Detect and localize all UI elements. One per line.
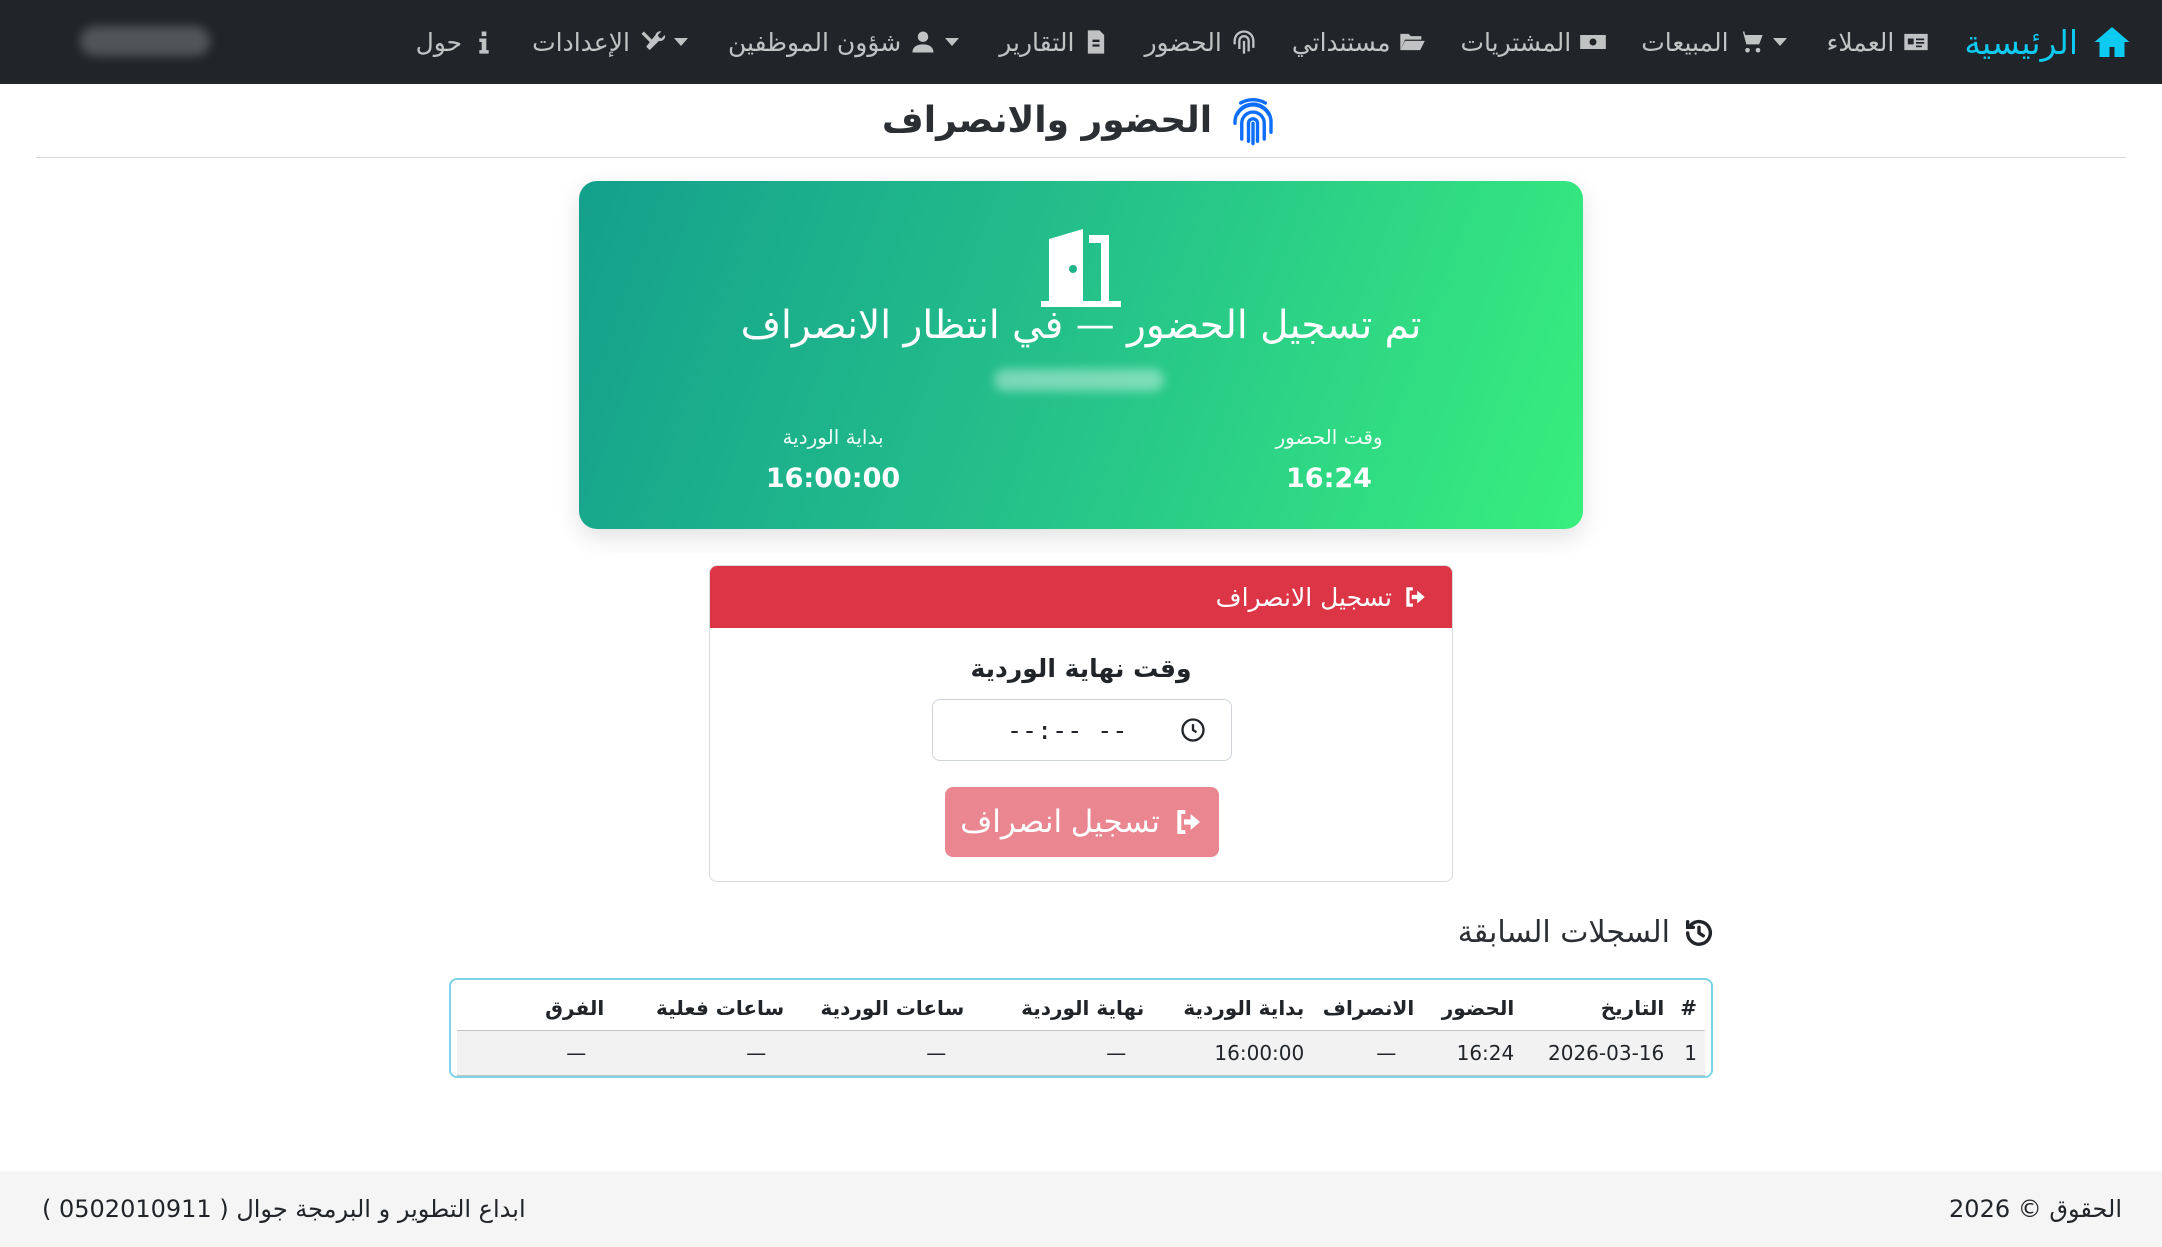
column-header-shift-start: بداية الوردية — [1152, 986, 1313, 1031]
home-link[interactable]: الرئيسية — [1964, 22, 2132, 62]
shift-start-label: بداية الوردية — [782, 425, 884, 449]
shift-end-label: وقت نهاية الوردية — [970, 654, 1192, 683]
cell-checkout: — — [1312, 1030, 1423, 1076]
folder-icon — [1400, 33, 1426, 51]
checkin-label: وقت الحضور — [1275, 425, 1383, 449]
nav-item-label: المشتريات — [1460, 27, 1572, 57]
column-header-date: التاريخ — [1522, 986, 1673, 1031]
shift-start-value: 16:00:00 — [765, 463, 901, 494]
cell-difference: — — [457, 1030, 613, 1076]
history-title-label: السجلات السابقة — [1457, 915, 1670, 950]
history-table-container: # التاريخ الحضور الانصراف بداية الوردية … — [449, 978, 1713, 1078]
checkout-card-title: تسجيل الانصراف — [1215, 582, 1392, 612]
table-row: 1 2026-03-16 16:24 — 16:00:00 — — — — — [457, 1030, 1705, 1076]
nav-item-settings[interactable]: الإعدادات — [518, 18, 708, 67]
chevron-down-icon — [1772, 38, 1787, 46]
money-icon — [1580, 35, 1607, 49]
info-icon — [479, 31, 489, 54]
nav-item-customers[interactable]: العملاء — [1813, 18, 1945, 67]
home-label: الرئيسية — [1964, 22, 2078, 62]
cart-icon — [1738, 31, 1763, 53]
fingerprint-icon — [1233, 30, 1255, 54]
page-title: الحضور والانصراف — [881, 100, 1213, 141]
shift-start-stat: بداية الوردية 16:00:00 — [733, 425, 933, 494]
checkout-card-header: تسجيل الانصراف — [710, 566, 1452, 628]
history-title: السجلات السابقة — [1458, 915, 1716, 950]
fingerprint-icon — [1233, 97, 1273, 145]
nav-item-label: مستنداتي — [1291, 27, 1391, 57]
clock-icon[interactable] — [1179, 716, 1207, 744]
nav-item-label: العملاء — [1826, 27, 1895, 57]
home-icon — [2094, 27, 2130, 57]
cell-shift-hours: — — [792, 1030, 973, 1076]
nav-item-label: المبيعات — [1641, 27, 1729, 57]
employee-name — [994, 369, 1164, 391]
chevron-down-icon — [673, 38, 688, 46]
cell-checkin: 16:24 — [1422, 1030, 1523, 1076]
cell-actual-hours: — — [612, 1030, 793, 1076]
history-icon — [1685, 919, 1713, 946]
checkout-card: تسجيل الانصراف وقت نهاية الوردية --:-- -… — [709, 565, 1453, 882]
sign-out-icon — [1177, 810, 1200, 834]
footer-credit: ابداع التطوير و البرمجة جوال ( 050201091… — [42, 1195, 526, 1223]
sign-out-icon — [1406, 587, 1425, 607]
user-icon — [912, 31, 934, 53]
nav-item-documents[interactable]: مستنداتي — [1278, 18, 1441, 67]
top-navbar: الرئيسية العملاء المبيعات المشتريات مستن… — [0, 0, 2162, 84]
column-header-index: # — [1672, 986, 1705, 1031]
nav-item-label: شؤون الموظفين — [727, 27, 902, 57]
time-input-value: --:-- -- — [1007, 715, 1128, 745]
column-header-shift-hours: ساعات الوردية — [792, 986, 973, 1031]
nav-item-label: التقارير — [999, 27, 1075, 57]
user-menu[interactable] — [80, 26, 210, 56]
page-header: الحضور والانصراف — [36, 84, 2126, 158]
nav-item-reports[interactable]: التقارير — [985, 18, 1124, 67]
nav-item-attendance[interactable]: الحضور — [1130, 18, 1271, 67]
column-header-checkin: الحضور — [1422, 986, 1523, 1031]
nav-menu: العملاء المبيعات المشتريات مستنداتي الحض… — [402, 18, 1945, 67]
nav-item-label: الحضور — [1144, 27, 1222, 57]
history-table: # التاريخ الحضور الانصراف بداية الوردية … — [457, 986, 1705, 1076]
report-icon — [1088, 30, 1105, 54]
cell-date: 2026-03-16 — [1522, 1030, 1673, 1076]
cell-index: 1 — [1672, 1030, 1705, 1076]
id-card-icon — [1904, 33, 1928, 51]
column-header-checkout: الانصراف — [1312, 986, 1423, 1031]
shift-end-time-input[interactable]: --:-- -- — [932, 699, 1232, 761]
checkout-button-label: تسجيل انصراف — [960, 804, 1160, 839]
chevron-down-icon — [945, 38, 960, 46]
checkin-stat: وقت الحضور 16:24 — [1229, 425, 1429, 494]
nav-item-hr[interactable]: شؤون الموظفين — [714, 18, 979, 67]
nav-item-label: الإعدادات — [532, 27, 630, 57]
cell-shift-start: 16:00:00 — [1152, 1030, 1313, 1076]
attendance-status-card: تم تسجيل الحضور — في انتظار الانصراف وقت… — [579, 181, 1583, 529]
column-header-actual-hours: ساعات فعلية — [612, 986, 793, 1031]
column-header-difference: الفرق — [457, 986, 613, 1031]
door-open-icon — [1041, 229, 1121, 307]
page-footer: الحقوق © 2026 ابداع التطوير و البرمجة جو… — [0, 1171, 2162, 1247]
status-heading: تم تسجيل الحضور — في انتظار الانصراف — [740, 303, 1422, 348]
checkin-value: 16:24 — [1286, 463, 1372, 494]
footer-copyright: الحقوق © 2026 — [1949, 1195, 2122, 1223]
checkout-button[interactable]: تسجيل انصراف — [945, 787, 1219, 857]
nav-item-sales[interactable]: المبيعات — [1627, 18, 1806, 67]
nav-item-label: حول — [415, 27, 463, 57]
tools-icon — [641, 31, 665, 51]
nav-item-purchases[interactable]: المشتريات — [1446, 18, 1621, 67]
column-header-shift-end: نهاية الوردية — [972, 986, 1153, 1031]
nav-item-about[interactable]: حول — [402, 18, 513, 67]
table-header-row: # التاريخ الحضور الانصراف بداية الوردية … — [457, 986, 1705, 1031]
cell-shift-end: — — [972, 1030, 1153, 1076]
